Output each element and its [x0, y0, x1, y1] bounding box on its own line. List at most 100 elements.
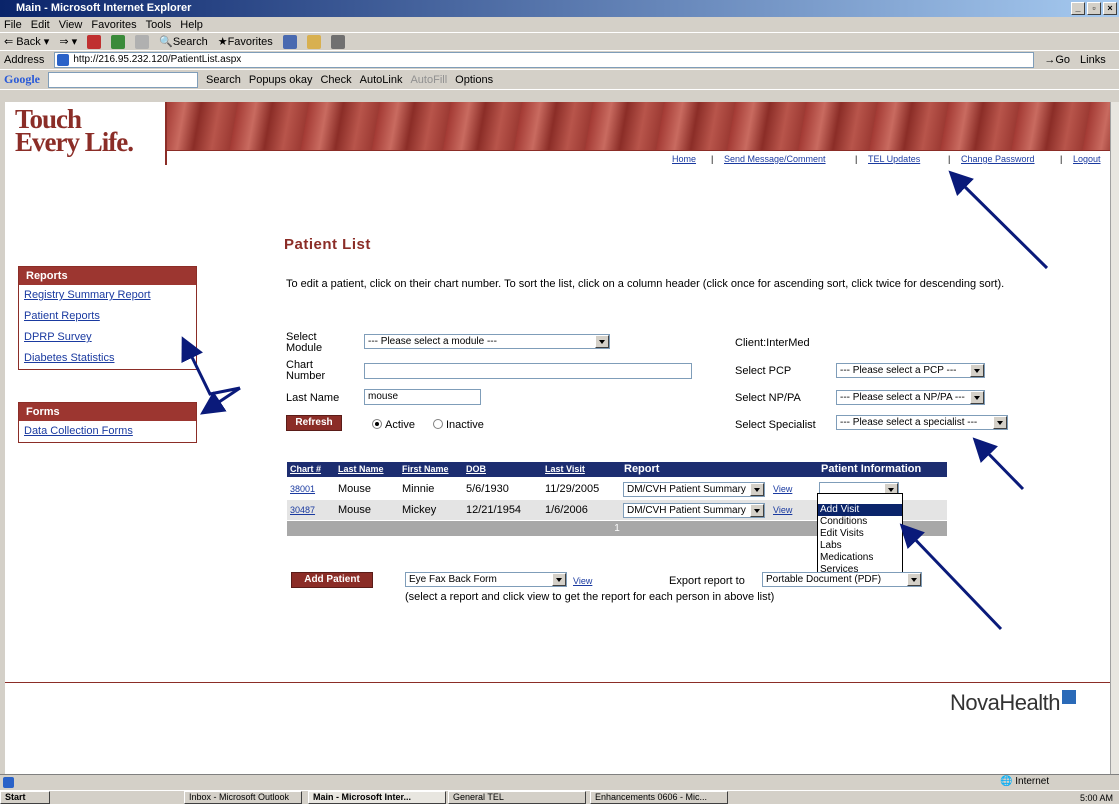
- col-chart[interactable]: Chart #: [287, 462, 335, 477]
- address-label: Address: [4, 54, 45, 66]
- chart-number-input[interactable]: [364, 363, 692, 379]
- chevron-down-icon: [970, 364, 984, 377]
- inactive-label: Inactive: [446, 419, 484, 431]
- start-button[interactable]: Start: [0, 791, 50, 804]
- option-edit-visits[interactable]: Edit Visits: [818, 528, 902, 540]
- google-search-input[interactable]: [48, 71, 198, 88]
- touch-every-life-logo[interactable]: Touch Every Life.: [5, 102, 167, 165]
- pcp-select[interactable]: --- Please select a PCP ---: [836, 363, 985, 378]
- taskbar: Start Inbox - Microsoft Outlook Main - M…: [0, 790, 1119, 804]
- refresh-button[interactable]: Refresh: [286, 415, 342, 431]
- patient-reports-link[interactable]: Patient Reports: [19, 306, 196, 327]
- form-select[interactable]: Eye Fax Back Form: [405, 572, 567, 587]
- cell-first-name: Mickey: [402, 504, 437, 516]
- option-medications[interactable]: Medications: [818, 552, 902, 564]
- chevron-down-icon: [907, 573, 921, 586]
- specialist-select[interactable]: --- Please select a specialist ---: [836, 415, 1008, 430]
- col-dob[interactable]: DOB: [463, 462, 541, 477]
- view-report-link[interactable]: View: [773, 484, 792, 494]
- module-select[interactable]: --- Please select a module ---: [364, 334, 610, 349]
- menu-file[interactable]: File: [4, 19, 22, 31]
- forward-button[interactable]: ⇒ ▾: [59, 35, 77, 48]
- chevron-down-icon: [552, 573, 566, 586]
- client-label: Client:InterMed: [735, 337, 810, 349]
- nav-tel-updates-link[interactable]: TEL Updates: [868, 154, 920, 164]
- task-outlook[interactable]: Inbox - Microsoft Outlook: [184, 791, 302, 804]
- last-name-input[interactable]: mouse: [364, 389, 481, 405]
- menu-tools[interactable]: Tools: [146, 19, 172, 31]
- cell-last-visit: 1/6/2006: [545, 504, 588, 516]
- chart-number-link[interactable]: 38001: [290, 484, 315, 494]
- menu-help[interactable]: Help: [180, 19, 203, 31]
- google-logo[interactable]: Google: [4, 72, 40, 87]
- nav-logout-link[interactable]: Logout: [1073, 154, 1101, 164]
- nav-separator: |: [855, 154, 858, 164]
- np-pa-select[interactable]: --- Please select a NP/PA ---: [836, 390, 985, 405]
- export-select[interactable]: Portable Document (PDF): [762, 572, 922, 587]
- forms-panel: Forms Data Collection Forms: [18, 402, 197, 443]
- nav-home-link[interactable]: Home: [672, 154, 696, 164]
- specialist-label: Select Specialist: [735, 419, 816, 431]
- nav-separator: |: [948, 154, 951, 164]
- option-add-visit[interactable]: Add Visit: [818, 504, 902, 516]
- maximize-button[interactable]: ▫: [1087, 2, 1101, 15]
- col-last-name[interactable]: Last Name: [335, 462, 398, 477]
- address-input[interactable]: http://216.95.232.120/PatientList.aspx: [54, 52, 1035, 68]
- task-general-tel[interactable]: General TEL: [448, 791, 586, 804]
- diabetes-statistics-link[interactable]: Diabetes Statistics: [19, 348, 196, 369]
- menu-view[interactable]: View: [59, 19, 83, 31]
- page-content: Touch Every Life. Home | Send Message/Co…: [5, 102, 1110, 774]
- autolink-button[interactable]: AutoLink: [360, 74, 403, 86]
- arrow-to-forms: [200, 386, 241, 415]
- links-button[interactable]: Links: [1080, 54, 1106, 66]
- close-button[interactable]: ×: [1103, 2, 1117, 15]
- menu-favorites[interactable]: Favorites: [91, 19, 136, 31]
- export-note: (select a report and click view to get t…: [405, 591, 775, 603]
- mail-icon[interactable]: [306, 34, 321, 49]
- col-first-name[interactable]: First Name: [399, 462, 462, 477]
- menu-edit[interactable]: Edit: [31, 19, 50, 31]
- autofill-button[interactable]: AutoFill: [410, 74, 447, 86]
- option-labs[interactable]: Labs: [818, 540, 902, 552]
- print-icon[interactable]: [330, 34, 345, 49]
- favorites-button[interactable]: ★Favorites: [218, 35, 273, 48]
- data-collection-forms-link[interactable]: Data Collection Forms: [19, 421, 196, 442]
- nav-send-message-link[interactable]: Send Message/Comment: [724, 154, 826, 164]
- report-select[interactable]: DM/CVH Patient Summary: [623, 503, 765, 518]
- banner-divider: [167, 150, 1110, 151]
- arrow-to-nav: [948, 170, 1049, 270]
- novahealth-logo-icon: [1061, 690, 1076, 704]
- options-button[interactable]: Options: [455, 74, 493, 86]
- history-icon[interactable]: [282, 34, 297, 49]
- dprp-survey-link[interactable]: DPRP Survey: [19, 327, 196, 348]
- active-radio[interactable]: [372, 419, 382, 429]
- refresh-icon[interactable]: [111, 34, 126, 49]
- view-report-link[interactable]: View: [773, 505, 792, 515]
- chart-number-link[interactable]: 30487: [290, 505, 315, 515]
- back-button[interactable]: ⇐ Back ▾: [4, 35, 49, 48]
- nav-change-password-link[interactable]: Change Password: [961, 154, 1035, 164]
- inactive-radio[interactable]: [433, 419, 443, 429]
- zone-label: 🌐 Internet: [1000, 776, 1050, 787]
- google-search-button[interactable]: Search: [206, 74, 241, 86]
- pcp-label: Select PCP: [735, 365, 792, 377]
- task-ie-main[interactable]: Main - Microsoft Inter...: [308, 791, 446, 804]
- check-button[interactable]: Check: [320, 74, 351, 86]
- registry-summary-link[interactable]: Registry Summary Report: [19, 285, 196, 306]
- page-title: Patient List: [284, 236, 371, 253]
- search-button[interactable]: 🔍Search: [159, 35, 208, 48]
- col-last-visit[interactable]: Last Visit: [542, 462, 620, 477]
- task-enhancements[interactable]: Enhancements 0606 - Mic...: [590, 791, 728, 804]
- go-button[interactable]: →Go: [1044, 54, 1070, 66]
- cell-dob: 5/6/1930: [466, 483, 509, 495]
- minimize-button[interactable]: _: [1071, 2, 1085, 15]
- report-select[interactable]: DM/CVH Patient Summary: [623, 482, 765, 497]
- view-form-link[interactable]: View: [573, 576, 592, 586]
- add-patient-button[interactable]: Add Patient: [291, 572, 373, 588]
- stop-icon[interactable]: [87, 34, 102, 49]
- home-icon[interactable]: [135, 34, 150, 49]
- col-report: Report: [621, 462, 817, 477]
- popups-button[interactable]: Popups okay: [249, 74, 313, 86]
- option-conditions[interactable]: Conditions: [818, 516, 902, 528]
- page-scrollbar[interactable]: [1110, 102, 1119, 774]
